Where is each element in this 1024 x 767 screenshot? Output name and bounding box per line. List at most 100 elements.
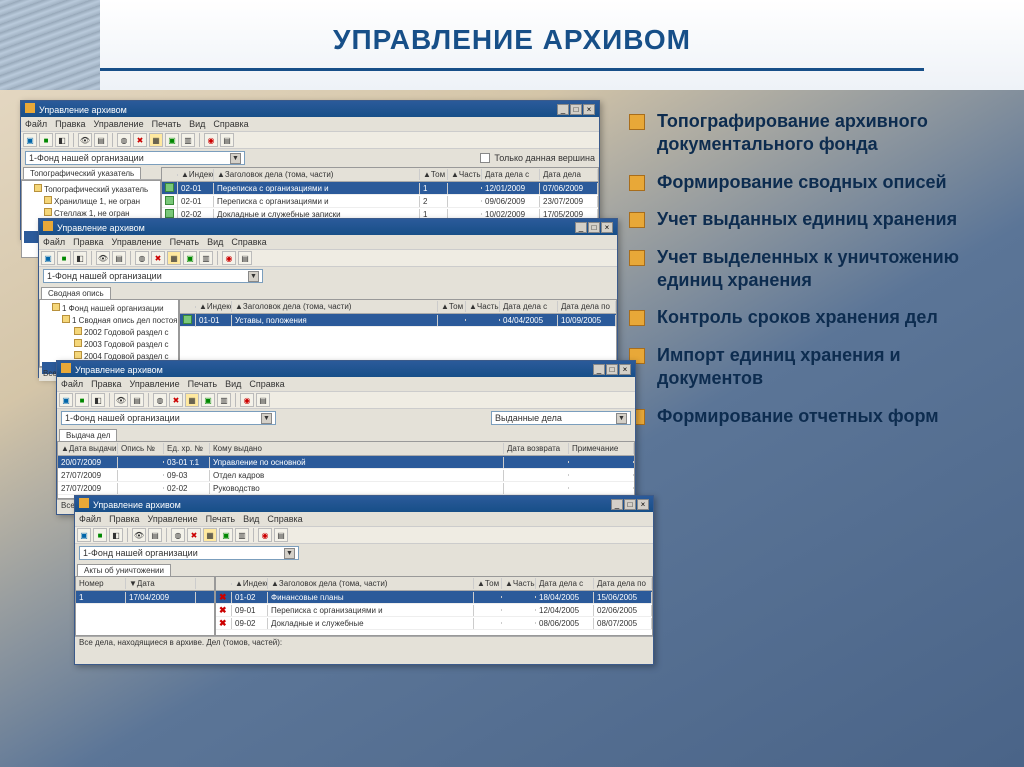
filterbar: 1-Фонд нашей организации ▼ Только данная … xyxy=(21,149,599,167)
menubar[interactable]: ФайлПравкаУправлениеПечатьВидСправка xyxy=(57,377,635,391)
tab-vydacha[interactable]: Выдача дел xyxy=(59,429,117,441)
tree-node[interactable]: 2003 Годовой раздел с xyxy=(84,340,169,349)
bullet-item: Топографирование архивного документально… xyxy=(629,110,994,157)
window-opis: Управление архивом _□× ФайлПравкаУправлен… xyxy=(38,218,618,378)
dropdown-value: 1-Фонд нашей организации xyxy=(29,153,144,163)
tree-node[interactable]: 1 Сводная опись дел постоя xyxy=(72,316,178,325)
titlebar[interactable]: Управление архивом _□× xyxy=(21,101,599,117)
menu-print[interactable]: Печать xyxy=(152,119,181,129)
acts-list[interactable]: Номер▼Дата 117/04/2009 xyxy=(75,576,215,636)
bullet-item: Контроль сроков хранения дел xyxy=(629,306,994,329)
app-icon xyxy=(79,498,89,508)
window-akty: Управление архивом_□× ФайлПравкаУправлен… xyxy=(74,495,654,665)
grid-pane[interactable]: ▲Индекс▲Заголовок дела (тома, части)▲Том… xyxy=(179,299,617,367)
x-icon: ✖ xyxy=(219,593,228,602)
doc-icon xyxy=(183,315,192,324)
toolbar[interactable]: ▣■◧👁▤◍✖▦▣▥◉▤ xyxy=(75,526,653,544)
table-row[interactable]: ✖01-02Финансовые планы18/04/200515/06/20… xyxy=(216,591,652,604)
table-row[interactable]: 02-01Переписка с организациями и112/01/2… xyxy=(162,182,598,195)
window-controls[interactable]: _□× xyxy=(574,222,613,233)
table-row[interactable]: 20/07/200903-01 т.1Управление по основно… xyxy=(58,456,634,469)
tree-node[interactable]: Стеллаж 1, не огран xyxy=(54,209,130,218)
tree-node[interactable]: 1 Фонд нашей организации xyxy=(62,304,164,313)
app-icon xyxy=(43,221,53,231)
toolbar-btn[interactable]: ▤ xyxy=(220,133,234,147)
bullet-list: Топографирование архивного документально… xyxy=(629,110,994,442)
chevron-down-icon[interactable]: ▼ xyxy=(248,271,259,282)
delete-icon[interactable]: ✖ xyxy=(133,133,147,147)
menubar[interactable]: ФайлПравкаУправлениеПечатьВидСправка xyxy=(75,512,653,526)
fund-dropdown[interactable]: 1-Фонд нашей организации▼ xyxy=(61,411,276,425)
binoculars-icon[interactable]: 👁 xyxy=(78,133,92,147)
title-underline xyxy=(100,68,924,71)
fund-dropdown[interactable]: 1-Фонд нашей организации ▼ xyxy=(25,151,245,165)
filter-dropdown[interactable]: Выданные дела▼ xyxy=(491,411,631,425)
only-this-node-checkbox[interactable] xyxy=(480,153,490,163)
menubar[interactable]: ФайлПравкаУправлениеПечатьВидСправка xyxy=(39,235,617,249)
checkbox-label: Только данная вершина xyxy=(494,153,595,163)
toolbar-btn[interactable]: ◍ xyxy=(117,133,131,147)
binoculars-icon[interactable]: 👁 xyxy=(114,393,128,407)
toolbar-save-icon[interactable]: ■ xyxy=(39,133,53,147)
toolbar-btn[interactable]: ◉ xyxy=(204,133,218,147)
menu-help[interactable]: Справка xyxy=(213,119,248,129)
tree-node[interactable]: 2002 Годовой раздел с xyxy=(84,328,169,337)
bullet-item: Учет выданных единиц хранения xyxy=(629,208,994,231)
bullet-item: Импорт единиц хранения и документов xyxy=(629,344,994,391)
chevron-down-icon[interactable]: ▼ xyxy=(230,153,241,164)
x-icon: ✖ xyxy=(219,606,228,615)
menu-file[interactable]: Файл xyxy=(25,119,47,129)
window-title: Управление архивом xyxy=(93,500,181,510)
maximize-icon: □ xyxy=(570,104,582,115)
fund-dropdown[interactable]: 1-Фонд нашей организации▼ xyxy=(43,269,263,283)
titlebar[interactable]: Управление архивом _□× xyxy=(39,219,617,235)
tree-tab[interactable]: Топографический указатель xyxy=(23,167,141,179)
grid-pane[interactable]: ▲Индекс▲Заголовок дела (тома, части)▲Том… xyxy=(215,576,653,636)
table-row[interactable]: 27/07/200902-02Руководство xyxy=(58,482,634,495)
toolbar-btn[interactable]: ▦ xyxy=(149,133,163,147)
window-title: Управление архивом xyxy=(75,365,163,375)
menu-manage[interactable]: Управление xyxy=(94,119,144,129)
binoculars-icon[interactable]: 👁 xyxy=(132,528,146,542)
minimize-icon: _ xyxy=(557,104,569,115)
table-row[interactable]: 01-01Уставы, положения04/04/200510/09/20… xyxy=(180,314,616,327)
tree-pane[interactable]: 1 Фонд нашей организации 1 Сводная опись… xyxy=(39,299,179,367)
titlebar[interactable]: Управление архивом_□× xyxy=(75,496,653,512)
grid-header[interactable]: ▲Индекс ▲Заголовок дела (тома, части) ▲Т… xyxy=(162,168,598,182)
toolbar-btn[interactable]: ◧ xyxy=(55,133,69,147)
toolbar-btn[interactable]: ▤ xyxy=(94,133,108,147)
toolbar[interactable]: ▣■◧👁▤◍✖▦▣▥◉▤ xyxy=(57,391,635,409)
tab-akty[interactable]: Акты об уничтожении xyxy=(77,564,171,576)
tree-tab[interactable]: Сводная опись xyxy=(41,287,111,299)
toolbar[interactable]: ▣ ■ ◧ 👁 ▤ ◍ ✖ ▦ ▣ ▥ ◉ ▤ xyxy=(21,131,599,149)
table-row[interactable]: ✖09-02Докладные и служебные08/06/200508/… xyxy=(216,617,652,630)
x-icon: ✖ xyxy=(219,619,228,628)
table-row[interactable]: 117/04/2009 xyxy=(76,591,214,604)
grid-pane[interactable]: ▲Дата выдачиОпись №Ед. хр. №Кому выданоД… xyxy=(57,441,635,499)
window-controls[interactable]: _□× xyxy=(556,104,595,115)
menu-view[interactable]: Вид xyxy=(189,119,205,129)
fund-dropdown[interactable]: 1-Фонд нашей организации▼ xyxy=(79,546,299,560)
menubar[interactable]: Файл Правка Управление Печать Вид Справк… xyxy=(21,117,599,131)
tree-node[interactable]: Хранилище 1, не огран xyxy=(54,197,140,206)
table-row[interactable]: 27/07/200909-03Отдел кадров xyxy=(58,469,634,482)
toolbar-btn[interactable]: ▣ xyxy=(165,133,179,147)
binoculars-icon[interactable]: 👁 xyxy=(96,251,110,265)
window-title: Управление архивом xyxy=(39,105,127,115)
tree-node[interactable]: Топографический указатель xyxy=(44,185,148,194)
toolbar-open-icon[interactable]: ▣ xyxy=(23,133,37,147)
bullet-item: Учет выделенных к уничтожению единиц хра… xyxy=(629,246,994,293)
bullet-item: Формирование сводных описей xyxy=(629,171,994,194)
menu-edit[interactable]: Правка xyxy=(55,119,85,129)
titlebar[interactable]: Управление архивом_□× xyxy=(57,361,635,377)
table-row[interactable]: ✖09-01Переписка с организациями и12/04/2… xyxy=(216,604,652,617)
toolbar[interactable]: ▣■◧👁▤◍✖▦▣▥◉▤ xyxy=(39,249,617,267)
table-row[interactable]: 02-01Переписка с организациями и209/06/2… xyxy=(162,195,598,208)
window-title: Управление архивом xyxy=(57,223,145,233)
doc-icon xyxy=(165,209,174,218)
chevron-down-icon: ▼ xyxy=(284,548,295,559)
app-icon xyxy=(61,363,71,373)
window-vydacha: Управление архивом_□× ФайлПравкаУправлен… xyxy=(56,360,636,515)
toolbar-btn[interactable]: ▥ xyxy=(181,133,195,147)
bullet-item: Формирование отчетных форм xyxy=(629,405,994,428)
